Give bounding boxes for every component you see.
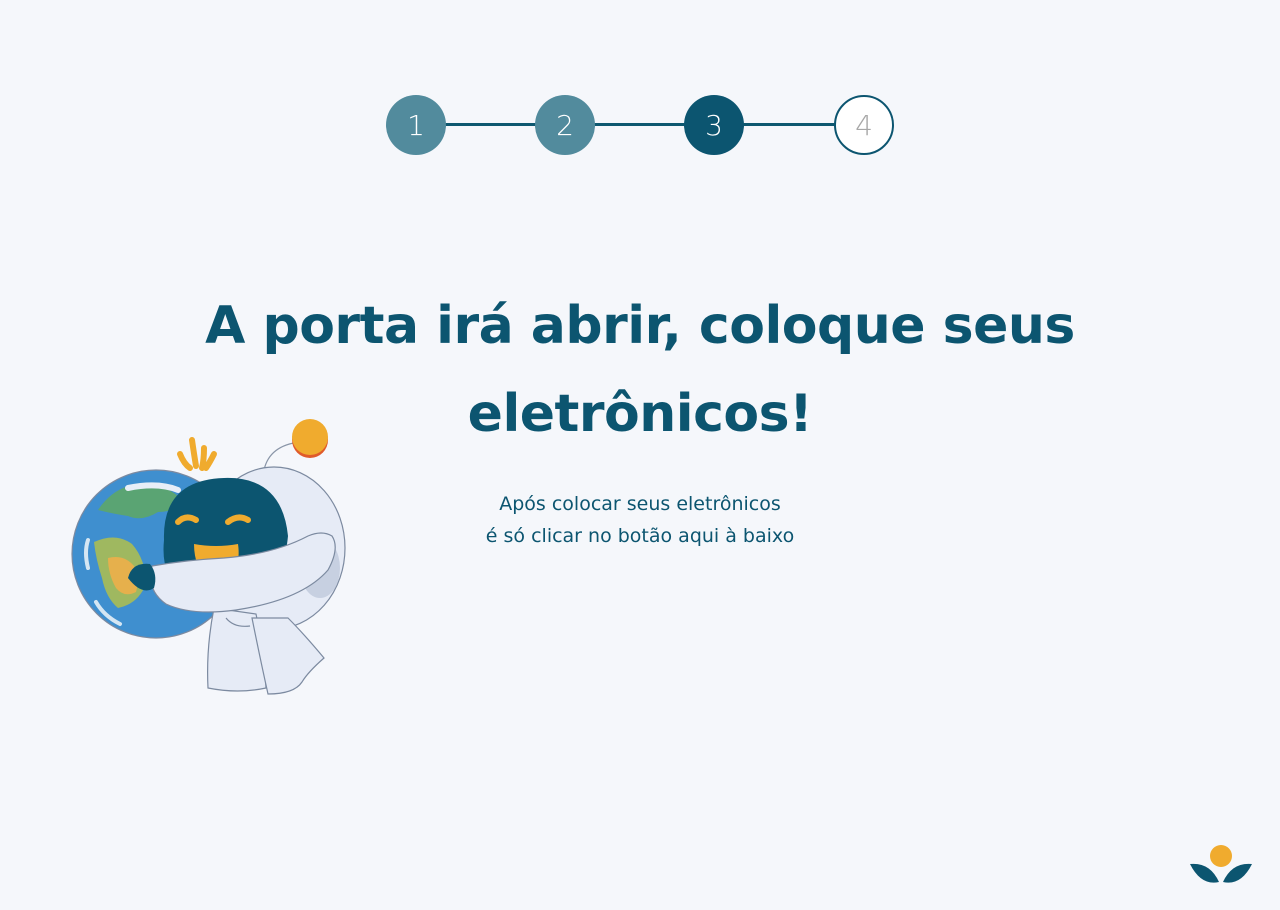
robot-hugging-earth-illustration xyxy=(71,419,346,695)
step-3: 3 xyxy=(684,95,744,155)
step-2: 2 xyxy=(535,95,595,155)
instruction-text: Após colocar seus eletrônicos é só clica… xyxy=(400,488,880,552)
stepper-connector xyxy=(593,123,687,126)
step-4: 4 xyxy=(834,95,894,155)
instruction-line-1: Após colocar seus eletrônicos xyxy=(499,493,781,515)
stepper-connector xyxy=(444,123,538,126)
page: 1 2 3 4 A porta irá abrir, coloque seus … xyxy=(0,0,1280,910)
stepper-connector xyxy=(742,123,836,126)
progress-stepper: 1 2 3 4 xyxy=(386,95,894,155)
instruction-line-2: é só clicar no botão aqui à baixo xyxy=(485,525,795,547)
brand-logo-icon xyxy=(1190,845,1252,883)
step-1: 1 xyxy=(386,95,446,155)
